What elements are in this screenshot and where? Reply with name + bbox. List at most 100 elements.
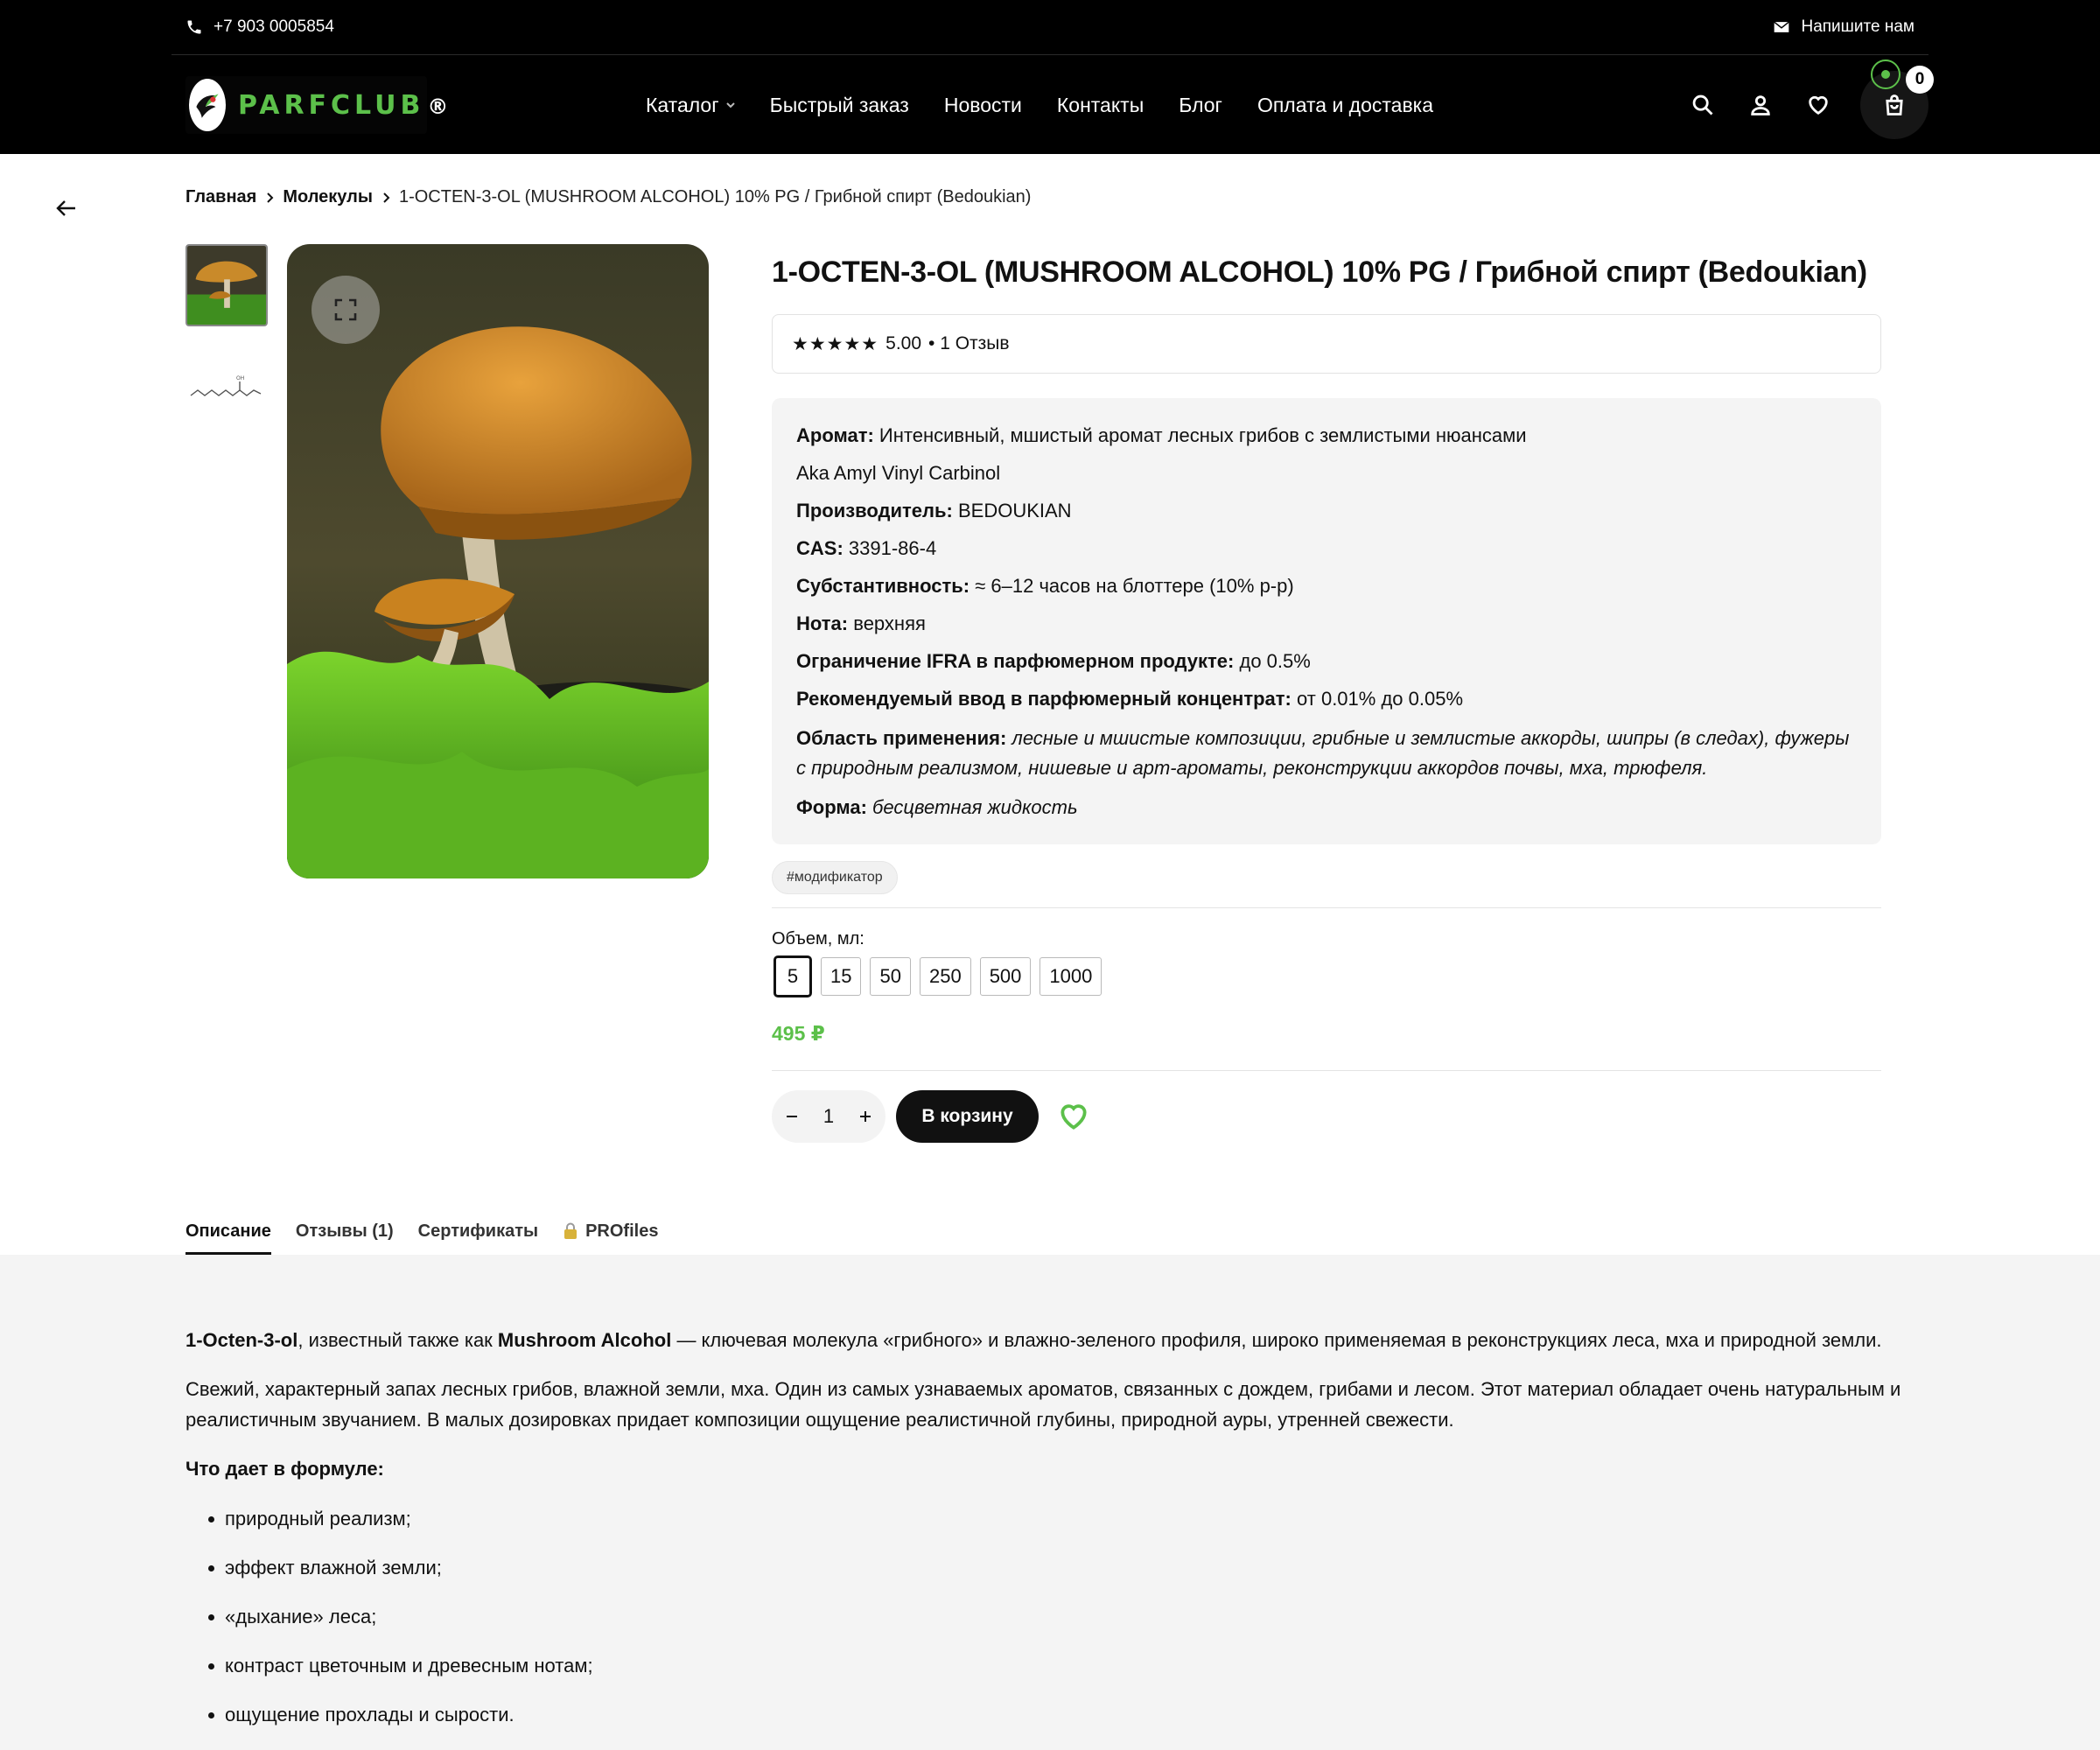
nav-item-label: Контакты: [1056, 93, 1144, 116]
nav-menu: Каталог Быстрый заказ Новости Контакты Б…: [646, 56, 1433, 154]
breadcrumb-current: 1-OCTEN-3-OL (MUSHROOM ALCOHOL) 10% PG /…: [398, 187, 1032, 206]
prop-value: до 0.5%: [1239, 650, 1311, 672]
volume-option-15[interactable]: 15: [821, 957, 862, 996]
volume-option-1000[interactable]: 1000: [1040, 957, 1102, 996]
quantity-increase-button[interactable]: [856, 1107, 875, 1126]
nav-item-quick-order[interactable]: Быстрый заказ: [770, 94, 909, 117]
product-tag[interactable]: #модификатор: [772, 861, 898, 894]
tab-label: Сертификаты: [417, 1221, 539, 1241]
tab-description[interactable]: Описание: [186, 1208, 271, 1255]
list-item: эффект влажной земли;: [186, 1552, 1918, 1583]
text: — ключевая молекула «грибного» и влажно-…: [671, 1329, 1882, 1351]
breadcrumb: Главная Молекулы 1-OCTEN-3-OL (MUSHROOM …: [186, 187, 1031, 207]
prop-value: от 0.01% до 0.05%: [1297, 688, 1464, 710]
quantity-stepper: 1: [772, 1090, 886, 1143]
top-bar: +7 903 0005854 Напишите нам: [0, 0, 2100, 56]
logo-registered-mark: ®: [427, 94, 449, 119]
description-heading: Что дает в формуле:: [186, 1458, 384, 1480]
nav-item-payment-delivery[interactable]: Оплата и доставка: [1257, 94, 1433, 117]
quantity-value[interactable]: 1: [823, 1105, 834, 1128]
chevron-down-icon: [725, 102, 735, 108]
nav-item-blog[interactable]: Блог: [1179, 94, 1222, 117]
product-price: 495 ₽: [772, 1022, 825, 1045]
nav-item-label: Новости: [943, 93, 1022, 116]
nav-item-catalog[interactable]: Каталог: [646, 94, 735, 117]
breadcrumb-molecules[interactable]: Молекулы: [283, 187, 373, 207]
plus-icon: [859, 1111, 871, 1122]
tab-certificates[interactable]: Сертификаты: [418, 1208, 538, 1255]
add-to-favorites-button[interactable]: [1057, 1100, 1090, 1133]
prop-value: Aka Amyl Vinyl Carbinol: [796, 462, 1001, 484]
logo-text: PARFCLUB: [238, 89, 425, 121]
star-rating-icon: ★★★★★: [792, 333, 879, 354]
chevron-right-icon: [383, 192, 390, 203]
nav-item-contacts[interactable]: Контакты: [1057, 94, 1144, 117]
nav-item-label: Быстрый заказ: [769, 93, 909, 116]
nav-item-news[interactable]: Новости: [944, 94, 1022, 117]
write-us-link[interactable]: Напишите нам: [1759, 18, 1928, 37]
prop-form: Форма: бесцветная жидкость: [796, 794, 1857, 821]
prop-label: Рекомендуемый ввод в парфюмерный концент…: [796, 688, 1292, 710]
heart-icon: [1060, 1104, 1087, 1130]
prop-aroma: Аромат: Интенсивный, мшистый аромат лесн…: [796, 423, 1857, 449]
fullscreen-button[interactable]: [312, 276, 380, 344]
top-bar-inner: +7 903 0005854 Напишите нам: [172, 0, 1928, 55]
nav-item-label: Каталог: [646, 93, 719, 116]
prop-value: 3391-86-4: [848, 537, 937, 559]
breadcrumb-home[interactable]: Главная: [186, 187, 256, 207]
benefits-list: природный реализм; эффект влажной земли;…: [186, 1503, 1918, 1730]
volume-option-250[interactable]: 250: [919, 957, 971, 996]
prop-substantivity: Субстантивность: ≈ 6–12 часов на блоттер…: [796, 573, 1857, 599]
prop-label: Субстантивность:: [796, 575, 970, 597]
gallery-thumbnail-photo[interactable]: [186, 244, 268, 326]
phone-icon: [187, 20, 201, 34]
prop-label: Ограничение IFRA в парфюмерном продукте:: [796, 650, 1235, 672]
prop-manufacturer: Производитель: BEDOUKIAN: [796, 498, 1857, 524]
heart-icon[interactable]: [1806, 93, 1830, 117]
volume-option-500[interactable]: 500: [979, 957, 1032, 996]
svg-text:OH: OH: [236, 375, 244, 382]
mushroom-thumbnail-image: [187, 246, 266, 325]
site-logo[interactable]: PARFCLUB ®: [186, 76, 448, 134]
reviews-count: • 1 Отзыв: [928, 333, 1010, 354]
online-status-indicator: [1871, 60, 1900, 89]
prop-label: Область применения:: [796, 727, 1007, 749]
user-icon[interactable]: [1748, 93, 1773, 117]
tab-reviews[interactable]: Отзывы (1): [296, 1208, 394, 1255]
volume-option-50[interactable]: 50: [870, 957, 911, 996]
prop-label: Аромат:: [796, 424, 874, 446]
add-to-cart-button[interactable]: В корзину: [896, 1090, 1039, 1143]
online-dot-icon: [1881, 70, 1890, 79]
shopping-bag-icon: [1886, 94, 1903, 116]
expand-icon: [334, 298, 357, 321]
phone-link[interactable]: +7 903 0005854: [172, 18, 348, 37]
prop-aka: Aka Amyl Vinyl Carbinol: [796, 460, 1857, 486]
tab-label: Описание: [186, 1221, 271, 1241]
description-paragraph: Свежий, характерный запах лесных грибов,…: [186, 1378, 1901, 1431]
rating-summary[interactable]: ★★★★★ 5.00 • 1 Отзыв: [772, 314, 1881, 374]
list-item: контраст цветочным и древесным нотам;: [186, 1650, 1918, 1681]
quantity-decrease-button[interactable]: [782, 1107, 802, 1126]
prop-ifra: Ограничение IFRA в парфюмерном продукте:…: [796, 648, 1857, 675]
volume-option-5[interactable]: 5: [774, 956, 812, 998]
back-button[interactable]: [52, 194, 80, 222]
molecule-alias: Mushroom Alcohol: [497, 1329, 672, 1351]
text: , известный также как: [298, 1329, 498, 1351]
prop-label: Производитель:: [796, 500, 953, 522]
main-nav: PARFCLUB ® Каталог Быстрый заказ Новости …: [0, 56, 2100, 154]
prop-label: Нота:: [796, 612, 849, 634]
chevron-right-icon: [267, 192, 274, 203]
list-item: ощущение прохлады и сырости.: [186, 1699, 1918, 1730]
cart-count-badge: 0: [1906, 66, 1934, 94]
prop-dosage: Рекомендуемый ввод в парфюмерный концент…: [796, 686, 1857, 712]
prop-value: бесцветная жидкость: [872, 796, 1078, 818]
mail-icon: [1774, 21, 1790, 32]
gallery-thumbnail-structure[interactable]: OH: [186, 350, 268, 432]
search-icon[interactable]: [1690, 93, 1715, 117]
product-tabs: Описание Отзывы (1) Сертификаты PROfiles: [186, 1208, 658, 1255]
minus-icon: [787, 1116, 798, 1117]
write-us-label: Напишите нам: [1801, 18, 1914, 36]
volume-label: Объем, мл:: [772, 929, 864, 948]
prop-value: верхняя: [853, 612, 926, 634]
tab-profiles[interactable]: PROfiles: [563, 1208, 658, 1255]
